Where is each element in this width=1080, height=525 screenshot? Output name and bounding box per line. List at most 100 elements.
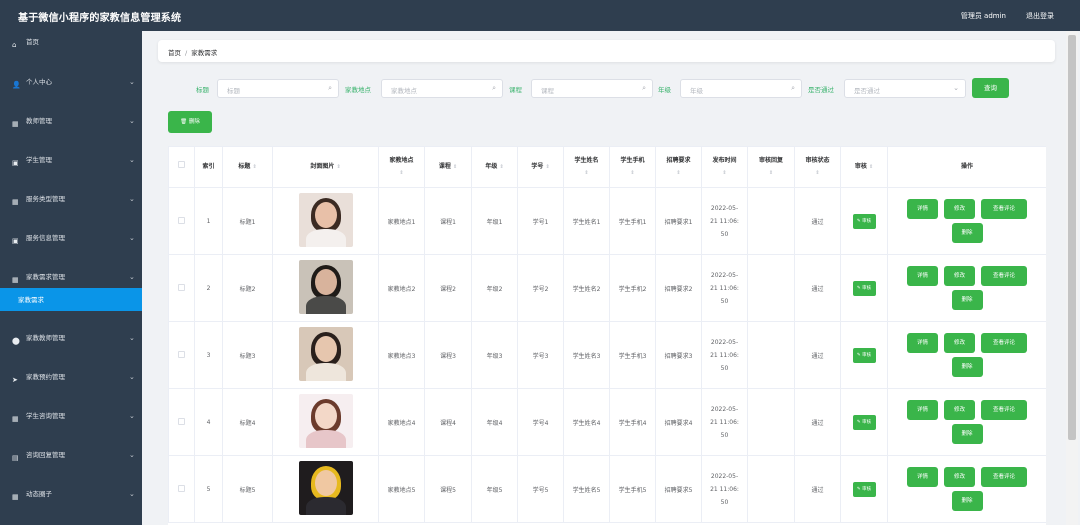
delete-button[interactable]: 删除 <box>951 223 983 243</box>
detail-button[interactable]: 详情 <box>907 266 938 286</box>
column-header[interactable]: 招聘要求 ⇕ <box>655 146 702 188</box>
sidebar-item-label: 服务信息管理 <box>26 234 65 242</box>
cover-image[interactable] <box>298 394 353 448</box>
row-checkbox[interactable] <box>178 417 185 425</box>
edit-button[interactable]: 修改 <box>944 199 975 219</box>
column-header[interactable]: 年级 ⇕ <box>471 146 518 188</box>
sidebar-item[interactable]: ▣ 学生管理 ⌄ <box>0 149 142 188</box>
delete-button[interactable]: 删除 <box>951 424 983 444</box>
search-input-course[interactable]: 课程 ⌕ <box>531 79 653 98</box>
row-checkbox[interactable] <box>178 484 185 492</box>
delete-button[interactable]: 删除 <box>951 491 983 511</box>
audit-button[interactable]: ✎ 审核 <box>852 213 876 229</box>
view-comments-button[interactable]: 查看评论 <box>981 199 1027 219</box>
view-comments-button[interactable]: 查看评论 <box>981 266 1027 286</box>
sort-icon[interactable]: ⇕ <box>252 164 256 170</box>
column-header[interactable]: 学生手机 ⇕ <box>609 146 656 188</box>
audit-button[interactable]: ✎ 审核 <box>852 414 876 430</box>
view-comments-button[interactable]: 查看评论 <box>981 400 1027 420</box>
sidebar-item[interactable]: ▣ 服务信息管理 ⌄ <box>0 227 142 266</box>
column-header[interactable]: 学号 ⇕ <box>517 146 564 188</box>
column-header[interactable]: 封面图片 ⇕ <box>272 146 379 188</box>
cell-checkbox[interactable] <box>168 388 195 456</box>
column-header[interactable]: 审核 ⇕ <box>840 146 888 188</box>
search-input-title[interactable]: 标题 ⌕ <box>217 79 339 98</box>
sidebar-item[interactable]: ▦ 动态圈子 ⌄ <box>0 483 142 522</box>
sort-icon[interactable]: ⇕ <box>584 170 588 176</box>
cell-time: 2022-05- <box>710 271 739 279</box>
cover-image[interactable] <box>298 260 353 314</box>
sort-icon[interactable]: ⇕ <box>545 164 549 170</box>
detail-button[interactable]: 详情 <box>907 333 938 353</box>
sidebar-item-label: 首页 <box>26 38 39 46</box>
search-input-place[interactable]: 家教地点 ⌕ <box>381 79 503 98</box>
column-header[interactable]: 发布时间 ⇕ <box>701 146 748 188</box>
audit-button[interactable]: ✎ 审核 <box>852 347 876 363</box>
batch-delete-button[interactable]: 🗑 删除 <box>168 111 212 133</box>
cover-image[interactable] <box>298 461 353 515</box>
cell-checkbox[interactable] <box>168 321 195 389</box>
row-checkbox[interactable] <box>178 216 185 224</box>
detail-button[interactable]: 详情 <box>907 199 938 219</box>
breadcrumb-home[interactable]: 首页 <box>168 49 181 57</box>
sort-icon[interactable]: ⇕ <box>676 170 680 176</box>
audit-button[interactable]: ✎ 审核 <box>852 280 876 296</box>
sidebar-item[interactable]: ➤ 家教预约管理 ⌄ <box>0 366 142 405</box>
audit-button[interactable]: ✎ 审核 <box>852 481 876 497</box>
sort-icon[interactable]: ⇕ <box>336 164 340 170</box>
detail-button[interactable]: 详情 <box>907 467 938 487</box>
search-select-pass[interactable]: 是否通过 ⌄ <box>844 79 966 98</box>
cell-student-no: 学号1 <box>532 218 549 226</box>
detail-button[interactable]: 详情 <box>907 400 938 420</box>
sort-icon[interactable]: ⇕ <box>499 164 503 170</box>
scrollbar-thumb[interactable] <box>1068 35 1076 440</box>
column-header[interactable]: 学生姓名 ⇕ <box>563 146 610 188</box>
sidebar-item[interactable]: ▦ 服务类型管理 ⌄ <box>0 188 142 227</box>
column-header[interactable]: 审核状态 ⇕ <box>794 146 841 188</box>
sidebar-subitem-active[interactable]: 家教需求 <box>0 288 142 311</box>
column-header[interactable]: 标题 ⇕ <box>222 146 273 188</box>
sidebar-item[interactable]: ⬤ 家教教师管理 ⌄ <box>0 327 142 366</box>
column-header[interactable]: 课程 ⇕ <box>424 146 472 188</box>
edit-button[interactable]: 修改 <box>944 266 975 286</box>
page-scrollbar[interactable] <box>1066 31 1078 525</box>
sort-icon[interactable]: ⇕ <box>815 170 819 176</box>
view-comments-button[interactable]: 查看评论 <box>981 333 1027 353</box>
column-header[interactable]: 审核回复 ⇕ <box>747 146 795 188</box>
sidebar-item[interactable]: ▦ 教师管理 ⌄ <box>0 110 142 149</box>
column-header-label: 封面图片 <box>310 163 335 170</box>
cover-image[interactable] <box>298 193 353 247</box>
cell-checkbox[interactable] <box>168 187 195 255</box>
sort-icon[interactable]: ⇕ <box>869 164 873 170</box>
column-header[interactable]: 家教地点 ⇕ <box>378 146 425 188</box>
logout-link[interactable]: 退出登录 <box>1026 11 1054 21</box>
row-checkbox[interactable] <box>178 283 185 291</box>
select-all-checkbox[interactable] <box>178 161 185 168</box>
search-button[interactable]: 查询 <box>972 78 1009 98</box>
sidebar-item[interactable]: ▤ 咨询回复管理 ⌄ <box>0 444 142 483</box>
edit-button[interactable]: 修改 <box>944 400 975 420</box>
edit-button[interactable]: 修改 <box>944 333 975 353</box>
edit-button[interactable]: 修改 <box>944 467 975 487</box>
sort-icon[interactable]: ⇕ <box>399 170 403 176</box>
cell-checkbox[interactable] <box>168 254 195 322</box>
search-input-grade[interactable]: 年级 ⌕ <box>680 79 802 98</box>
cell-student-name: 学生姓名2 <box>572 285 601 293</box>
delete-button[interactable]: 删除 <box>951 290 983 310</box>
header-checkbox[interactable] <box>168 146 195 188</box>
sidebar-item[interactable]: ⌂ 首页 <box>0 31 142 70</box>
view-comments-button[interactable]: 查看评论 <box>981 467 1027 487</box>
sort-icon[interactable]: ⇕ <box>769 170 773 176</box>
cell <box>747 455 795 523</box>
delete-button[interactable]: 删除 <box>951 357 983 377</box>
sort-icon[interactable]: ⇕ <box>630 170 634 176</box>
row-checkbox[interactable] <box>178 350 185 358</box>
sidebar-item-label: 学生管理 <box>26 156 52 164</box>
cover-image[interactable] <box>298 327 353 381</box>
sort-icon[interactable]: ⇕ <box>722 170 726 176</box>
cell-checkbox[interactable] <box>168 455 195 523</box>
cell <box>747 254 795 322</box>
sort-icon[interactable]: ⇕ <box>453 164 457 170</box>
sidebar-item[interactable]: 👤 个人中心 ⌄ <box>0 71 142 110</box>
sidebar-item[interactable]: ▦ 学生咨询管理 ⌄ <box>0 405 142 444</box>
